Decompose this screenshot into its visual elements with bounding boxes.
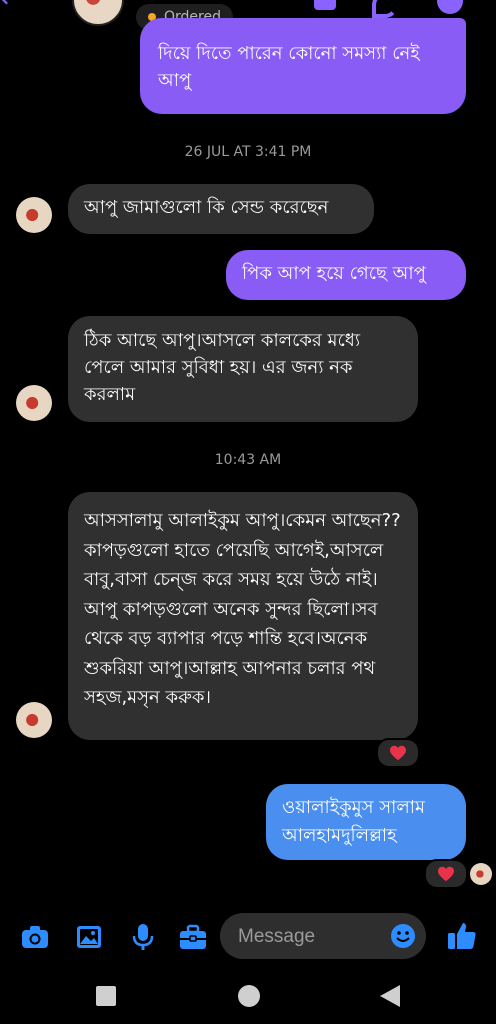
microphone-icon[interactable] (128, 922, 158, 952)
phone-icon[interactable] (372, 0, 398, 18)
sent-message[interactable]: ওয়ালাইকুমুস সালাম আলহামদুলিল্লাহ (266, 784, 466, 860)
briefcase-icon[interactable] (178, 922, 208, 952)
avatar[interactable] (16, 197, 52, 233)
back-arrow-icon[interactable]: ← (0, 0, 26, 12)
message-text: ওয়ালাইকুমুস সালাম আলহামদুলিল্লাহ (282, 797, 426, 846)
home-button[interactable] (238, 985, 260, 1007)
avatar[interactable] (16, 702, 52, 738)
timestamp: 10:43 AM (214, 452, 282, 468)
reaction-badge[interactable] (424, 859, 468, 889)
info-icon[interactable] (437, 0, 463, 14)
message-text: পিক আপ হয়ে গেছে আপু (242, 263, 426, 284)
received-message[interactable]: ঠিক আছে আপু।আসলে কালকের মধ্যে পেলে আমার … (68, 316, 418, 422)
seen-avatar (470, 863, 492, 885)
message-text: আসসালামু আলাইকুম আপু।কেমন আছেন??কাপড়গুল… (84, 510, 401, 708)
message-input[interactable] (236, 913, 390, 961)
sent-message[interactable]: দিয়ে দিতে পারেন কোনো সমস্যা নেই আপু (140, 18, 466, 114)
like-icon[interactable] (446, 920, 478, 952)
avatar[interactable] (16, 385, 52, 421)
heart-icon (438, 866, 454, 882)
camera-icon[interactable] (20, 922, 50, 952)
sent-message[interactable]: পিক আপ হয়ে গেছে আপু (226, 250, 466, 300)
back-button[interactable] (380, 985, 400, 1007)
message-text: দিয়ে দিতে পারেন কোনো সমস্যা নেই আপু (158, 43, 420, 91)
message-text: ঠিক আছে আপু।আসলে কালকের মধ্যে পেলে আমার … (84, 330, 361, 405)
timestamp: 26 JUL AT 3:41 PM (184, 144, 312, 160)
contact-avatar[interactable] (72, 0, 124, 26)
received-message[interactable]: আপু জামাগুলো কি সেন্ড করেছেন (68, 184, 374, 234)
video-call-icon[interactable] (314, 0, 336, 10)
gallery-icon[interactable] (74, 922, 104, 952)
message-field[interactable] (220, 913, 426, 961)
heart-icon (390, 745, 406, 761)
recent-apps-button[interactable] (96, 986, 116, 1006)
received-message[interactable]: আসসালামু আলাইকুম আপু।কেমন আছেন??কাপড়গুল… (68, 492, 418, 740)
message-text: আপু জামাগুলো কি সেন্ড করেছেন (84, 197, 329, 218)
reaction-badge[interactable] (376, 738, 420, 768)
emoji-icon[interactable] (390, 923, 416, 949)
